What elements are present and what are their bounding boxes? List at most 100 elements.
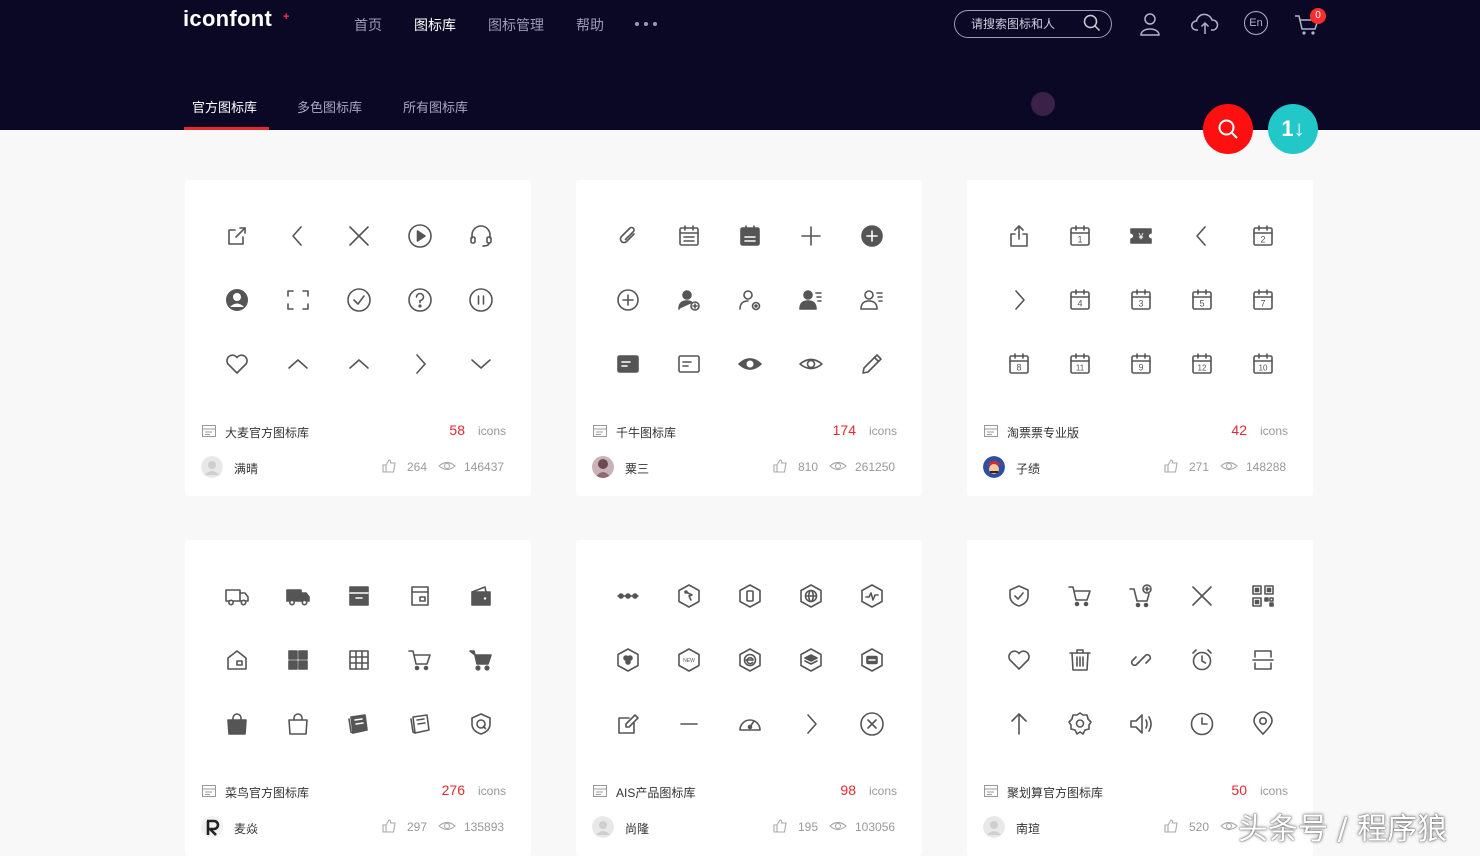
upload-box-icon[interactable] <box>1003 220 1035 252</box>
library-card[interactable]: 大麦官方图标库 58 icons 满晴 264 146437 <box>185 180 531 496</box>
hex-device-icon[interactable] <box>734 580 766 612</box>
plus-circle-icon[interactable] <box>612 284 644 316</box>
trash-icon[interactable] <box>1064 644 1096 676</box>
volume-icon[interactable] <box>1125 708 1157 740</box>
truck-icon[interactable] <box>221 580 253 612</box>
hex-pointer-icon[interactable] <box>673 580 705 612</box>
library-name[interactable]: 淘票票专业版 <box>1007 424 1079 441</box>
clock-icon[interactable] <box>1186 708 1218 740</box>
cart-add-icon[interactable] <box>1125 580 1157 612</box>
author-name[interactable]: 子绩 <box>1016 460 1040 477</box>
thumbs-up-icon[interactable] <box>381 458 397 479</box>
cart-icon[interactable] <box>404 644 436 676</box>
ticket-yen-icon[interactable]: ¥ <box>1125 220 1157 252</box>
library-card[interactable]: NEW AIS产品图标库 98 icons 尚隆 195 103056 <box>576 540 922 856</box>
close-circle-icon[interactable] <box>856 708 888 740</box>
chevron-down-icon[interactable] <box>465 348 497 380</box>
cart-icon[interactable] <box>1064 580 1096 612</box>
chevron-up-icon[interactable] <box>343 348 375 380</box>
avatar[interactable] <box>983 816 1005 838</box>
library-name[interactable]: 千牛图标库 <box>616 424 676 441</box>
chevron-right-icon[interactable] <box>404 348 436 380</box>
house-box-icon[interactable] <box>221 644 253 676</box>
search-icon[interactable] <box>1083 14 1101 32</box>
notebook-icon[interactable] <box>343 708 375 740</box>
library-card[interactable]: 千牛图标库 174 icons 粟三 810 261250 <box>576 180 922 496</box>
edit-box-icon[interactable] <box>612 708 644 740</box>
calendar-1-icon[interactable]: 1 <box>1064 220 1096 252</box>
chevron-up-icon[interactable] <box>282 348 314 380</box>
floating-search-button[interactable] <box>1203 104 1253 154</box>
hex-edge-icon[interactable] <box>734 644 766 676</box>
author-name[interactable]: 满晴 <box>234 460 258 477</box>
chevron-right-icon[interactable] <box>1003 284 1035 316</box>
avatar[interactable] <box>592 816 614 838</box>
tab-all-libraries[interactable]: 所有图标库 <box>403 97 468 116</box>
gear-icon[interactable] <box>1064 708 1096 740</box>
upload-cloud-icon[interactable] <box>1191 12 1219 36</box>
hex-layers-icon[interactable] <box>795 644 827 676</box>
iconfont-logo[interactable]: iconfont <box>183 6 272 32</box>
thumbs-up-icon[interactable] <box>381 818 397 839</box>
alarm-icon[interactable] <box>1186 644 1218 676</box>
box-icon[interactable] <box>404 580 436 612</box>
avatar[interactable] <box>592 456 614 478</box>
thumbs-up-icon[interactable] <box>772 818 788 839</box>
message-filled-icon[interactable] <box>612 348 644 380</box>
close-icon[interactable] <box>1186 580 1218 612</box>
calendar-5-icon[interactable]: 5 <box>1186 284 1218 316</box>
user-card-filled-icon[interactable] <box>795 284 827 316</box>
heart-icon[interactable] <box>221 348 253 380</box>
share-icon[interactable] <box>221 220 253 252</box>
user-settings-icon[interactable] <box>734 284 766 316</box>
thumbs-up-icon[interactable] <box>1163 818 1179 839</box>
calendar-11-icon[interactable]: 11 <box>1064 348 1096 380</box>
hex-pulse-icon[interactable] <box>856 580 888 612</box>
calendar-list-icon[interactable] <box>673 220 705 252</box>
hex-new-icon[interactable]: NEW <box>673 644 705 676</box>
arrow-up-icon[interactable] <box>1003 708 1035 740</box>
chevron-right-icon[interactable] <box>795 708 827 740</box>
split-frame-icon[interactable] <box>1247 644 1279 676</box>
eye-filled-icon[interactable] <box>734 348 766 380</box>
library-name[interactable]: AIS产品图标库 <box>616 784 695 801</box>
nav-home[interactable]: 首页 <box>354 15 382 35</box>
cart-filled-icon[interactable] <box>465 644 497 676</box>
scan-frame-icon[interactable] <box>282 284 314 316</box>
thumbs-up-icon[interactable] <box>1163 458 1179 479</box>
qr-code-icon[interactable] <box>1247 580 1279 612</box>
shield-ring-icon[interactable] <box>465 708 497 740</box>
minus-icon[interactable] <box>673 708 705 740</box>
author-name[interactable]: 尚隆 <box>625 820 649 837</box>
chevron-left-icon[interactable] <box>282 220 314 252</box>
truck-filled-icon[interactable] <box>282 580 314 612</box>
play-circle-icon[interactable] <box>404 220 436 252</box>
dots-line-icon[interactable] <box>612 580 644 612</box>
calendar-filled-icon[interactable] <box>734 220 766 252</box>
library-name[interactable]: 菜鸟官方图标库 <box>225 784 309 801</box>
hex-globe-icon[interactable] <box>795 580 827 612</box>
check-circle-icon[interactable] <box>343 284 375 316</box>
bag-filled-icon[interactable] <box>221 708 253 740</box>
pencil-icon[interactable] <box>856 348 888 380</box>
library-card[interactable]: 菜鸟官方图标库 276 icons 麦焱 297 135893 <box>185 540 531 856</box>
shield-check-icon[interactable] <box>1003 580 1035 612</box>
library-name[interactable]: 聚划算官方图标库 <box>1007 784 1103 801</box>
pause-circle-icon[interactable] <box>465 284 497 316</box>
grid-icon[interactable] <box>343 644 375 676</box>
search-box[interactable] <box>954 10 1112 38</box>
headset-icon[interactable] <box>465 220 497 252</box>
user-add-icon[interactable] <box>673 284 705 316</box>
calendar-3-icon[interactable]: 3 <box>1125 284 1157 316</box>
plus-icon[interactable] <box>795 220 827 252</box>
avatar[interactable] <box>201 456 223 478</box>
speedometer-icon[interactable] <box>734 708 766 740</box>
grid-filled-icon[interactable] <box>282 644 314 676</box>
calendar-8-icon[interactable]: 8 <box>1003 348 1035 380</box>
language-toggle[interactable]: En <box>1244 11 1268 35</box>
box-filled-icon[interactable] <box>343 580 375 612</box>
calendar-9-icon[interactable]: 9 <box>1125 348 1157 380</box>
thumbs-up-icon[interactable] <box>772 458 788 479</box>
tab-multicolor-libraries[interactable]: 多色图标库 <box>297 97 362 116</box>
calendar-7-icon[interactable]: 7 <box>1247 284 1279 316</box>
